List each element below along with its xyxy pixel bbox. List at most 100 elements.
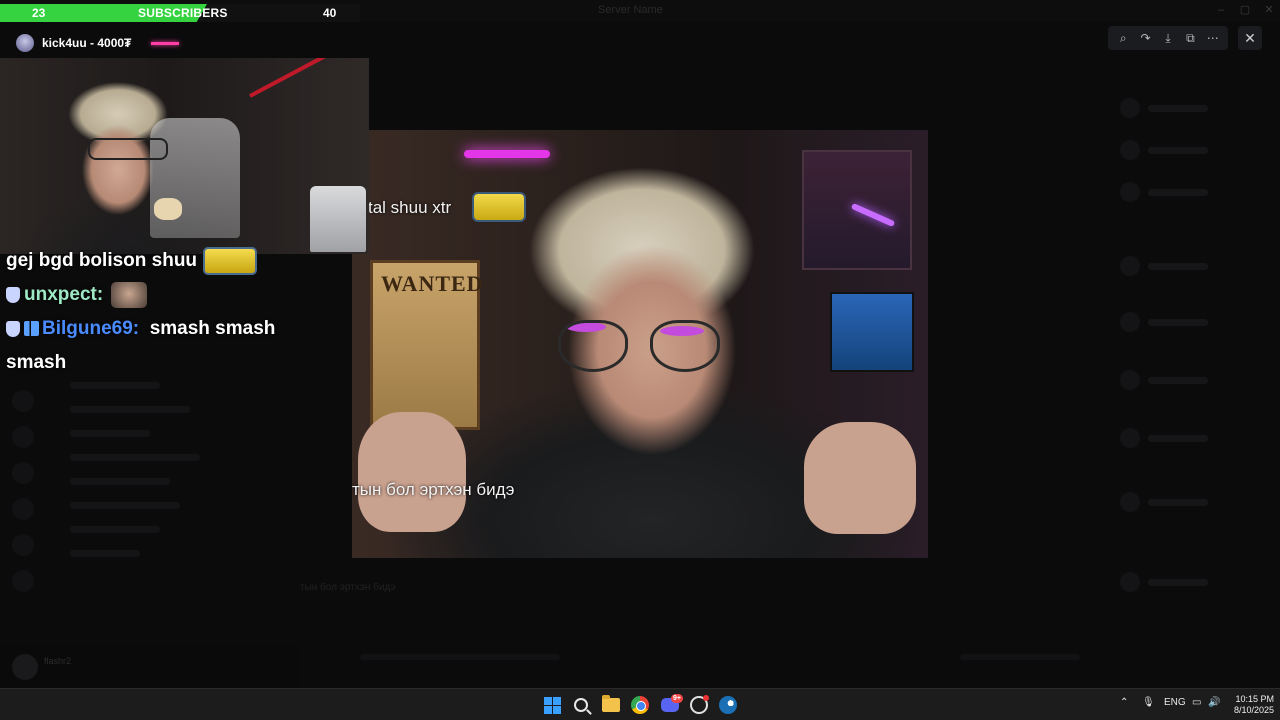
user-panel: flashr2 — [0, 646, 300, 688]
chat-message: gej bgd bolison shuu — [6, 244, 346, 278]
message-input-area[interactable] — [300, 640, 1100, 670]
channel-list — [50, 370, 300, 670]
server-icon[interactable] — [12, 534, 34, 556]
background-image-caption: тын бол эртхэн бидэ — [300, 582, 396, 593]
chrome-button[interactable] — [629, 694, 651, 716]
more-icon[interactable]: ⋯ — [1203, 28, 1223, 48]
tray-overflow-icon[interactable]: ⌃ — [1120, 697, 1128, 708]
search-button[interactable] — [570, 694, 592, 716]
channel-item[interactable] — [70, 406, 190, 413]
chat-message-continued: smash — [6, 346, 346, 380]
gaming-chair — [150, 118, 240, 238]
channel-item[interactable] — [70, 526, 160, 533]
donation-text: kick4uu - 4000₮ — [42, 36, 132, 50]
member-item[interactable] — [1120, 492, 1260, 514]
server-icon[interactable] — [12, 498, 34, 520]
donation-alert: kick4uu - 4000₮ — [16, 33, 180, 53]
image-caption-bottom: тын бол эртхэн бидэ — [352, 480, 515, 499]
webcam-feed — [0, 58, 369, 254]
start-button[interactable] — [541, 694, 563, 716]
image-caption-top: tal shuu xtr — [368, 198, 452, 217]
microphone-icon — [310, 186, 366, 252]
neon-light — [464, 150, 550, 158]
close-icon[interactable]: ✕ — [1238, 26, 1262, 50]
discord-icon: 9+ — [661, 694, 683, 712]
windows-icon — [543, 696, 561, 714]
mod-badge-icon — [6, 286, 20, 303]
wanted-poster: WANTED — [370, 260, 483, 430]
subscriber-label: SUBSCRIBERS — [138, 6, 228, 20]
subscriber-goal: 40 — [323, 6, 337, 20]
server-rail — [0, 370, 46, 688]
server-icon[interactable] — [12, 570, 34, 592]
background-window-title: Server Name — [598, 4, 663, 16]
channel-item[interactable] — [70, 478, 170, 485]
channel-item[interactable] — [70, 502, 180, 509]
member-item[interactable] — [1120, 182, 1260, 204]
channel-item[interactable] — [70, 454, 200, 461]
subscriber-goal-bar: 23 SUBSCRIBERS 40 — [0, 4, 360, 22]
glasses-lens — [650, 320, 720, 372]
glasses — [88, 138, 168, 160]
user-panel-name: flashr2 — [44, 656, 72, 666]
minimize-icon[interactable]: – — [1214, 3, 1228, 17]
mod-badge-icon — [6, 320, 20, 337]
server-icon[interactable] — [12, 426, 34, 448]
minion-emote — [203, 246, 258, 275]
obs-icon — [690, 695, 709, 714]
minion-emote — [472, 192, 526, 222]
member-item[interactable] — [1120, 370, 1260, 392]
steam-button[interactable] — [717, 694, 739, 716]
chat-text: smash — [6, 352, 67, 373]
chat-username: unxpect: — [24, 284, 104, 305]
thumbs-up-hand — [358, 412, 466, 532]
channel-item[interactable] — [70, 430, 150, 437]
notification-badge: 9+ — [671, 694, 683, 703]
member-item[interactable] — [1120, 140, 1260, 162]
stream-chat: gej bgd bolison shuu unxpect: Bilgune69:… — [6, 244, 346, 380]
donation-progress-line — [151, 41, 180, 45]
avatar[interactable] — [12, 654, 38, 680]
taskbar: 9+ ⌃ 🎙 ENG ▭ 🔊 10:15 PM 8/10/2025 — [0, 688, 1280, 720]
face-emote — [111, 281, 148, 308]
window-close-icon[interactable]: ✕ — [1262, 3, 1276, 17]
chat-message: Bilgune69: smash smash — [6, 312, 346, 346]
chrome-icon — [631, 696, 649, 714]
snack — [154, 198, 182, 220]
image-viewer-toolbar: ⌕ ↷ ⤓ ⧉ ⋯ — [1108, 26, 1228, 50]
obs-button[interactable] — [688, 694, 710, 716]
file-explorer-button[interactable] — [600, 694, 622, 716]
server-icon[interactable] — [12, 462, 34, 484]
viewed-image: WANTED tal shuu xtr тын бол эртхэн бидэ — [352, 130, 928, 558]
member-item[interactable] — [1120, 572, 1260, 594]
clock[interactable]: 10:15 PM 8/10/2025 — [1222, 694, 1274, 716]
open-external-icon[interactable]: ⧉ — [1180, 28, 1200, 48]
share-icon[interactable]: ↷ — [1136, 28, 1156, 48]
microphone-tray-icon[interactable]: 🎙 — [1142, 697, 1155, 708]
zoom-icon[interactable]: ⌕ — [1113, 28, 1133, 48]
volume-icon[interactable]: 🔊 — [1208, 697, 1220, 708]
thumbs-up-hand — [804, 422, 916, 534]
subscriber-current: 23 — [32, 6, 46, 20]
monitor — [830, 292, 914, 372]
search-icon — [574, 698, 588, 712]
member-item[interactable] — [1120, 256, 1260, 278]
chat-text: gej bgd bolison shuu — [6, 250, 198, 271]
clock-time: 10:15 PM — [1235, 694, 1274, 704]
member-item[interactable] — [1120, 98, 1260, 120]
download-icon[interactable]: ⤓ — [1158, 28, 1178, 48]
member-item[interactable] — [1120, 312, 1260, 334]
server-icon[interactable] — [12, 390, 34, 412]
poster-text: WANTED — [381, 271, 484, 296]
channel-item[interactable] — [70, 550, 140, 557]
language-indicator[interactable]: ENG — [1164, 697, 1186, 708]
network-icon[interactable]: ▭ — [1192, 697, 1201, 708]
steam-icon — [719, 696, 737, 714]
channel-item[interactable] — [70, 382, 160, 389]
discord-button[interactable]: 9+ — [659, 694, 683, 716]
member-item[interactable] — [1120, 428, 1260, 450]
chat-message: unxpect: — [6, 278, 346, 312]
subscriber-badge-icon — [24, 321, 39, 337]
maximize-icon[interactable]: ▢ — [1238, 3, 1252, 17]
donor-avatar-icon — [16, 34, 34, 52]
